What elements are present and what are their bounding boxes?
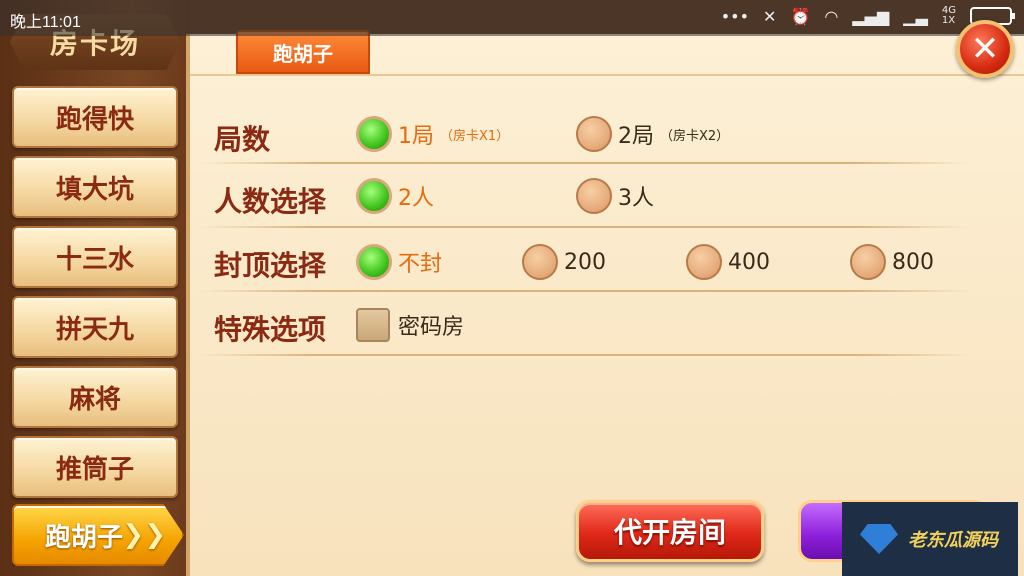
- silent-icon: ✕: [763, 6, 777, 26]
- cap-label: 封顶选择: [214, 249, 327, 282]
- rounds-option-2[interactable]: 2局 （房卡X2）: [576, 116, 729, 152]
- special-label: 特殊选项: [214, 313, 327, 346]
- rounds-label: 局数: [214, 123, 271, 156]
- network-4g-icon: 4G 1X: [941, 5, 956, 26]
- diamond-logo-icon: [860, 524, 898, 554]
- rounds-option-2-text: 2局: [618, 124, 654, 149]
- chevron-right-icon: ❯❯: [122, 520, 166, 550]
- checkbox-icon[interactable]: [356, 308, 390, 342]
- rounds-option-1[interactable]: 1局 （房卡X1）: [356, 116, 509, 152]
- status-time: 晚上11:01: [10, 14, 81, 31]
- cap-option-none-text: 不封: [398, 252, 443, 277]
- alarm-icon: ⏰: [790, 6, 811, 26]
- sidebar-item-tuitongzi[interactable]: 推筒子: [12, 436, 178, 498]
- password-room-text: 密码房: [398, 315, 465, 340]
- radio-selected-icon[interactable]: [356, 178, 392, 214]
- sidebar-item-paohuzi[interactable]: 跑胡子 ❯❯: [12, 504, 184, 566]
- divider: [200, 354, 970, 356]
- wifi-icon: ◠: [824, 6, 839, 26]
- divider: [200, 226, 970, 228]
- players-option-2[interactable]: 2人: [356, 178, 434, 214]
- close-button[interactable]: ✕: [956, 20, 1014, 78]
- rounds-option-1-text: 1局: [398, 124, 434, 149]
- sidebar-item-label: 跑得快: [55, 104, 134, 135]
- cap-option-none[interactable]: 不封: [356, 244, 442, 280]
- password-room-option[interactable]: 密码房: [356, 308, 464, 342]
- signal-icon: ▂▄▆: [852, 6, 890, 26]
- sidebar-item-shisanshui[interactable]: 十三水: [12, 226, 178, 288]
- radio-unselected-icon[interactable]: [850, 244, 886, 280]
- cap-option-400[interactable]: 400: [686, 244, 770, 280]
- cap-option-400-text: 400: [728, 249, 770, 275]
- sidebar-item-label: 拼天九: [55, 314, 134, 345]
- cap-option-800[interactable]: 800: [850, 244, 934, 280]
- sidebar-item-pintianjiu[interactable]: 拼天九: [12, 296, 178, 358]
- sidebar-item-label: 推筒子: [55, 454, 134, 485]
- status-icons: ••• ✕ ⏰ ◠ ▂▄▆ ▁▃ 4G 1X: [720, 5, 1015, 26]
- sidebar-item-label: 填大坑: [55, 174, 134, 205]
- cap-option-800-text: 800: [892, 249, 934, 275]
- tab-underline: [190, 74, 1024, 76]
- signal-bars-icon: ▁▃: [903, 6, 928, 26]
- radio-unselected-icon[interactable]: [576, 116, 612, 152]
- more-dots-icon: •••: [720, 6, 750, 26]
- open-room-button[interactable]: 代开房间: [576, 500, 764, 562]
- watermark-text: 老东瓜源码: [908, 530, 998, 551]
- sidebar: 房卡场 跑得快 填大坑 十三水 拼天九 麻将 推筒子 跑胡子 ❯❯: [0, 0, 190, 576]
- rounds-option-2-sub: （房卡X2）: [660, 128, 730, 144]
- close-icon: ✕: [970, 29, 1000, 69]
- sidebar-item-label: 十三水: [55, 244, 134, 275]
- rounds-option-1-sub: （房卡X1）: [440, 128, 510, 144]
- sidebar-item-label: 麻将: [68, 384, 121, 415]
- radio-selected-icon[interactable]: [356, 116, 392, 152]
- players-option-2-text: 2人: [398, 186, 434, 211]
- tab-paohuzi[interactable]: 跑胡子: [236, 30, 370, 74]
- watermark: 老东瓜源码: [842, 502, 1018, 576]
- divider: [200, 162, 970, 164]
- sidebar-item-paodekuai[interactable]: 跑得快: [12, 86, 178, 148]
- cap-option-200[interactable]: 200: [522, 244, 606, 280]
- radio-unselected-icon[interactable]: [576, 178, 612, 214]
- status-bar: 晚上11:01 ••• ✕ ⏰ ◠ ▂▄▆ ▁▃ 4G 1X: [0, 0, 1024, 36]
- players-option-3-text: 3人: [618, 186, 654, 211]
- radio-selected-icon[interactable]: [356, 244, 392, 280]
- radio-unselected-icon[interactable]: [686, 244, 722, 280]
- sidebar-item-majiang[interactable]: 麻将: [12, 366, 178, 428]
- cap-option-200-text: 200: [564, 249, 606, 275]
- players-label: 人数选择: [214, 185, 327, 218]
- sidebar-item-tiandakeng[interactable]: 填大坑: [12, 156, 178, 218]
- divider: [200, 290, 970, 292]
- players-option-3[interactable]: 3人: [576, 178, 654, 214]
- sidebar-item-label: 跑胡子: [44, 522, 123, 553]
- radio-unselected-icon[interactable]: [522, 244, 558, 280]
